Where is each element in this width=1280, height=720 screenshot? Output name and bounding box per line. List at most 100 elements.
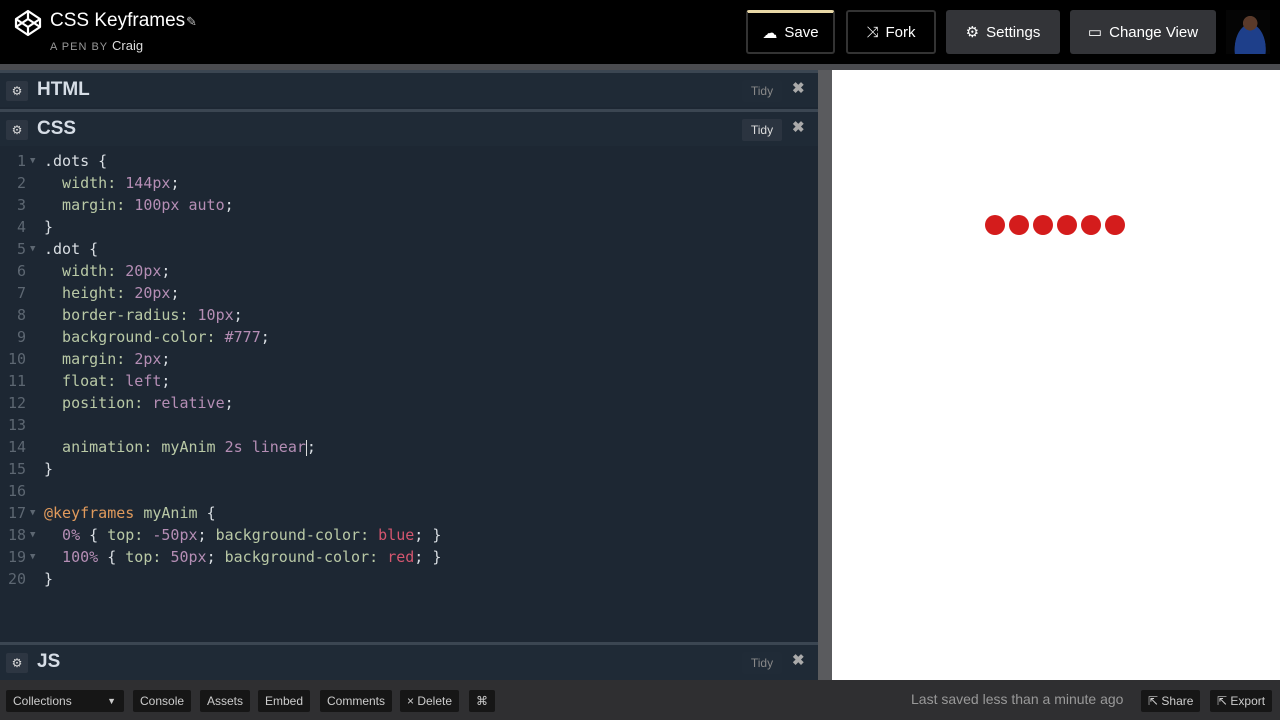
code-line[interactable]: 1 ▼ .dots { bbox=[0, 150, 818, 172]
edit-pencil-icon[interactable]: ✎ bbox=[186, 14, 197, 30]
code-token: myAnim bbox=[134, 504, 207, 522]
code-token: 20px bbox=[125, 262, 162, 280]
code-token: margin: bbox=[44, 196, 135, 214]
dot bbox=[1081, 215, 1101, 235]
share-icon: ⇱ bbox=[1148, 694, 1162, 708]
code-token: ; bbox=[170, 174, 180, 192]
code-token: ; bbox=[161, 372, 171, 390]
code-token: background-color: bbox=[215, 526, 379, 544]
code-token: ; bbox=[161, 262, 171, 280]
html-settings-gear-icon[interactable]: ⚙ bbox=[6, 81, 28, 101]
css-settings-gear-icon[interactable]: ⚙ bbox=[6, 120, 28, 140]
js-settings-gear-icon[interactable]: ⚙ bbox=[6, 653, 28, 673]
line-number: 6 bbox=[16, 262, 26, 280]
code-line[interactable]: 19 ▼ 100% { top: 50px; background-color: … bbox=[0, 546, 818, 568]
code-token: relative bbox=[152, 394, 225, 412]
line-number: 1 bbox=[16, 152, 26, 170]
byline-prefix: A PEN BY bbox=[50, 41, 108, 53]
cloud-icon: ☁ bbox=[762, 24, 778, 42]
line-number: 16 bbox=[7, 482, 26, 500]
code-token: float: bbox=[44, 372, 126, 390]
change-view-button[interactable]: ▭ Change View bbox=[1070, 10, 1216, 54]
code-text: @keyframes myAnim { bbox=[44, 502, 216, 524]
line-number: 8 bbox=[16, 306, 26, 324]
code-text: .dot { bbox=[44, 238, 98, 260]
html-close-icon[interactable]: ✖ bbox=[792, 79, 805, 97]
code-line[interactable]: 5 ▼ .dot { bbox=[0, 238, 818, 260]
fork-button[interactable]: ⤨ Fork bbox=[846, 10, 936, 54]
html-tidy-button[interactable]: Tidy bbox=[742, 80, 782, 102]
code-line[interactable]: 2 width: 144px; bbox=[0, 172, 818, 194]
delete-button[interactable]: × Delete bbox=[400, 690, 460, 712]
code-line[interactable]: 17 ▼ @keyframes myAnim { bbox=[0, 502, 818, 524]
code-line[interactable]: 14 animation: myAnim 2s linear; bbox=[0, 436, 818, 458]
line-number: 4 bbox=[16, 218, 26, 236]
line-number: 5 bbox=[16, 240, 26, 258]
pen-title[interactable]: CSS Keyframes bbox=[50, 10, 185, 32]
code-token: ; bbox=[260, 328, 270, 346]
line-number: 10 bbox=[7, 350, 26, 368]
code-line[interactable]: 4} bbox=[0, 216, 818, 238]
code-token: 2px bbox=[134, 350, 162, 368]
code-token: blue bbox=[378, 526, 415, 544]
code-text: animation: myAnim 2s linear; bbox=[44, 436, 316, 458]
line-number: 14 bbox=[7, 438, 26, 456]
code-text: } bbox=[44, 458, 53, 480]
settings-button[interactable]: ⚙ Settings bbox=[946, 10, 1060, 54]
code-token: ; } bbox=[414, 526, 442, 544]
code-line[interactable]: 12 position: relative; bbox=[0, 392, 818, 414]
code-token: myAnim bbox=[161, 438, 225, 456]
author-link[interactable]: Craig bbox=[112, 38, 143, 53]
chevron-down-icon: ▼ bbox=[107, 696, 116, 706]
code-token: .dot { bbox=[44, 240, 99, 258]
line-number: 17 bbox=[7, 504, 26, 522]
fork-icon: ⤨ bbox=[866, 23, 879, 41]
css-panel-header: ⚙ CSS Tidy ✖ bbox=[0, 109, 818, 146]
code-line[interactable]: 7 height: 20px; bbox=[0, 282, 818, 304]
codepen-logo-icon[interactable] bbox=[14, 9, 42, 37]
js-close-icon[interactable]: ✖ bbox=[792, 651, 805, 669]
css-close-icon[interactable]: ✖ bbox=[792, 118, 805, 136]
code-text: width: 20px; bbox=[44, 260, 170, 282]
keyboard-shortcuts-button[interactable]: ⌘ bbox=[469, 690, 495, 712]
code-line[interactable]: 8 border-radius: 10px; bbox=[0, 304, 818, 326]
fold-arrow-icon[interactable]: ▼ bbox=[30, 238, 35, 260]
code-line[interactable]: 13 bbox=[0, 414, 818, 436]
preview-pane bbox=[832, 70, 1280, 680]
console-button[interactable]: Console bbox=[133, 690, 192, 712]
share-button[interactable]: ⇱ Share bbox=[1141, 690, 1201, 712]
embed-button[interactable]: Embed bbox=[258, 690, 311, 712]
line-number: 3 bbox=[16, 196, 26, 214]
fold-arrow-icon[interactable]: ▼ bbox=[30, 502, 35, 524]
fold-arrow-icon[interactable]: ▼ bbox=[30, 150, 35, 172]
css-tidy-button[interactable]: Tidy bbox=[742, 119, 782, 141]
line-number: 12 bbox=[7, 394, 26, 412]
save-button[interactable]: ☁ Save bbox=[746, 10, 835, 54]
assets-button[interactable]: Assets bbox=[200, 690, 251, 712]
code-line[interactable]: 3 margin: 100px auto; bbox=[0, 194, 818, 216]
code-line[interactable]: 18 ▼ 0% { top: -50px; background-color: b… bbox=[0, 524, 818, 546]
line-number: 9 bbox=[16, 328, 26, 346]
js-tidy-button[interactable]: Tidy bbox=[742, 652, 782, 674]
code-line[interactable]: 16 bbox=[0, 480, 818, 502]
css-code-editor[interactable]: 1 ▼ .dots {2 width: 144px; 3 margin: 100px … bbox=[0, 150, 818, 590]
js-label[interactable]: JS bbox=[37, 651, 60, 673]
code-line[interactable]: 6 width: 20px; bbox=[0, 260, 818, 282]
fold-arrow-icon[interactable]: ▼ bbox=[30, 546, 35, 568]
code-token: top: bbox=[107, 526, 153, 544]
export-button[interactable]: ⇱ Export bbox=[1210, 690, 1273, 712]
code-token: 2s linear bbox=[224, 438, 306, 456]
user-avatar[interactable] bbox=[1226, 10, 1270, 54]
editor-panel: ⚙ HTML Tidy ✖ ⚙ CSS Tidy ✖ 1 ▼ .dots {2 wi… bbox=[0, 70, 818, 680]
code-line[interactable]: 15} bbox=[0, 458, 818, 480]
collections-dropdown[interactable]: Collections ▼ bbox=[6, 690, 124, 712]
resize-handle[interactable] bbox=[818, 70, 832, 680]
code-line[interactable]: 9 background-color: #777; bbox=[0, 326, 818, 348]
html-label[interactable]: HTML bbox=[37, 79, 90, 101]
code-line[interactable]: 11 float: left; bbox=[0, 370, 818, 392]
css-label[interactable]: CSS bbox=[37, 118, 76, 140]
code-line[interactable]: 20} bbox=[0, 568, 818, 590]
comments-button[interactable]: Comments bbox=[320, 690, 393, 712]
code-line[interactable]: 10 margin: 2px; bbox=[0, 348, 818, 370]
fold-arrow-icon[interactable]: ▼ bbox=[30, 524, 35, 546]
